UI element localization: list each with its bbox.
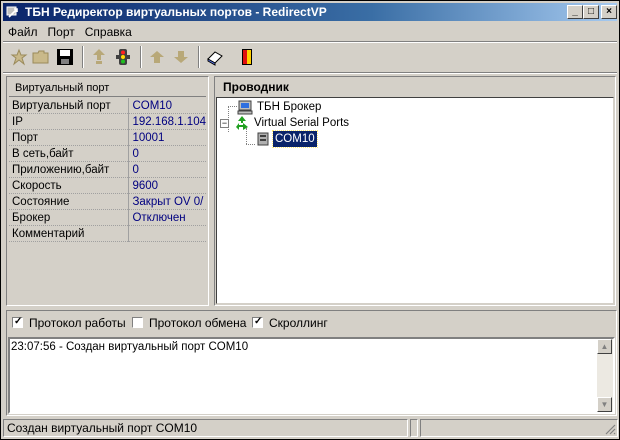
connect-icon [93,49,105,64]
status-panel [410,419,418,437]
property-name: IP [9,113,130,130]
serial-port-icon [257,132,269,146]
work-log-label: Протокол работы [29,316,126,330]
work-log-checkbox[interactable]: ✓ [12,316,23,328]
status-text: Создан виртуальный порт COM10 [3,419,408,437]
toolbar-separator [198,46,200,68]
menu-file[interactable]: Файл [3,23,43,41]
property-value[interactable]: 0 [128,161,206,178]
open-folder-icon [32,50,49,64]
status-panel [420,419,618,437]
resize-grip-icon [605,424,616,435]
scrolling-checkbox[interactable]: ✓ [252,316,263,328]
property-name: Брокер [9,209,130,226]
window-title: ТБН Редиректор виртуальных портов - Redi… [25,5,327,19]
scroll-up-button[interactable]: ▲ [597,339,612,354]
toolbar-separator [140,46,142,68]
property-name: Приложению,байт [9,161,130,178]
explorer-tree: ТБН Брокер − Virtual Serial Ports COM10 [216,97,614,304]
explorer-header: Проводник [223,80,289,94]
eraser-icon [207,51,223,66]
toolbar-separator [82,46,84,68]
property-value[interactable]: 0 [128,145,206,162]
property-value[interactable] [128,225,206,242]
property-name: Скорость [9,177,130,194]
property-value[interactable]: Закрыт OV 0/ [128,193,206,210]
properties-panel: Виртуальный порт Виртуальный порт COM10 IP… [6,76,209,306]
collapse-toggle[interactable]: − [220,119,229,128]
open-button[interactable] [29,45,53,69]
save-button[interactable] [53,45,77,69]
traffic-light-button[interactable] [111,45,135,69]
property-row[interactable]: IP 192.168.1.104 [9,113,206,130]
exchange-log-checkbox[interactable] [132,317,143,328]
port-down-button[interactable] [169,45,193,69]
properties-header: Виртуальный порт [9,79,206,97]
properties-grid: Виртуальный порт COM10 IP 192.168.1.104 Порт… [9,98,206,242]
property-row[interactable]: В сеть,байт 0 [9,145,206,162]
save-icon [57,49,73,65]
menu-help[interactable]: Справка [80,23,137,41]
recycle-ports-icon [236,116,248,130]
port-down-icon [174,51,188,63]
redirect-app-icon [6,5,20,19]
exit-door-icon [242,49,252,65]
new-port-button[interactable] [7,45,31,69]
check-mark-icon: ✓ [254,316,263,327]
toolbar [3,43,617,71]
log-textbox[interactable]: 23:07:56 - Создан виртуальный порт COM10… [8,337,615,414]
log-line: 23:07:56 - Создан виртуальный порт COM10 [11,341,249,353]
property-name: Комментарий [9,225,130,242]
property-name: Порт [9,129,130,146]
toolbar-divider [3,72,617,74]
traffic-light-icon [116,49,130,65]
log-scrollbar[interactable]: ▲ ▼ [597,339,613,412]
port-up-icon [150,51,164,63]
clear-log-button[interactable] [203,45,227,69]
property-value[interactable]: 10001 [128,129,206,146]
port-up-button[interactable] [145,45,169,69]
property-row[interactable]: Виртуальный порт COM10 [9,98,206,114]
property-name: Состояние [9,193,130,210]
exchange-log-label: Протокол обмена [149,316,247,330]
explorer-panel: Проводник ТБН Брокер − Virtual Serial Po… [214,76,616,306]
property-value[interactable]: Отключен [128,209,206,226]
menu-bar: Файл Порт Справка [3,23,617,41]
property-row[interactable]: Комментарий [9,225,206,242]
property-value[interactable]: 192.168.1.104 [128,113,206,130]
minimize-button[interactable]: _ [567,5,583,19]
property-row[interactable]: Скорость 9600 [9,177,206,194]
main-window: ТБН Редиректор виртуальных портов - Redi… [0,0,620,440]
property-row[interactable]: Состояние Закрыт OV 0/ [9,193,206,210]
close-button[interactable]: × [601,5,617,19]
tree-node-label: COM10 [272,130,318,148]
exit-button[interactable] [235,45,259,69]
computer-icon [237,100,253,115]
maximize-button[interactable]: □ [583,5,599,19]
scrolling-label: Скроллинг [269,316,328,330]
menu-port[interactable]: Порт [43,23,80,41]
title-bar[interactable]: ТБН Редиректор виртуальных портов - Redi… [3,3,617,21]
property-name: Виртуальный порт [9,98,130,114]
connect-button[interactable] [87,45,111,69]
property-name: В сеть,байт [9,145,130,162]
new-port-icon [10,48,28,66]
property-row[interactable]: Приложению,байт 0 [9,161,206,178]
property-row[interactable]: Порт 10001 [9,129,206,146]
property-value[interactable]: 9600 [128,177,206,194]
check-mark-icon: ✓ [14,316,23,327]
properties-table: Виртуальный порт COM10 IP 192.168.1.104 Порт… [9,98,206,242]
property-value[interactable]: COM10 [128,98,206,114]
scroll-down-button[interactable]: ▼ [597,397,612,412]
tree-node-label: Virtual Serial Ports [254,117,350,129]
tree-node-label: ТБН Брокер [257,101,322,113]
property-row[interactable]: Брокер Отключен [9,209,206,226]
